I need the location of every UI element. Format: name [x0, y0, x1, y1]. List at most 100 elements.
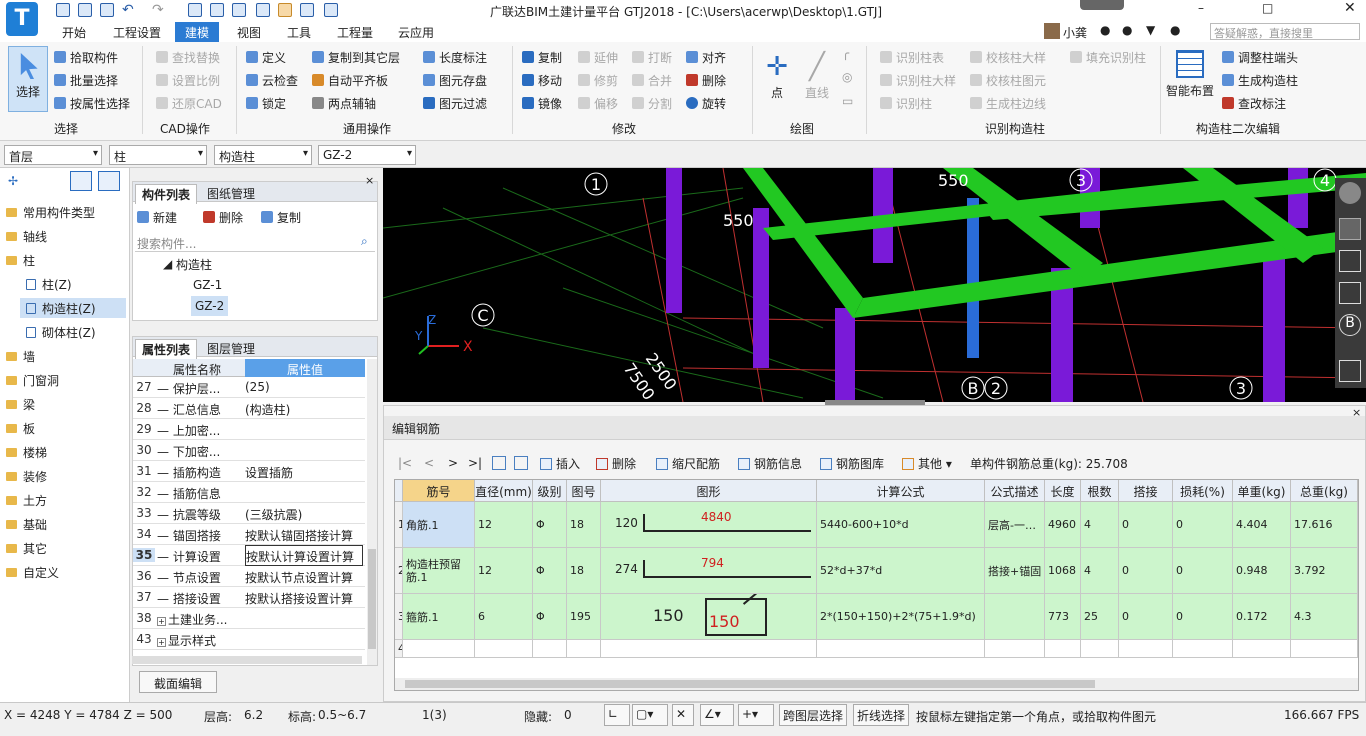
group-select[interactable]: 选择	[54, 120, 78, 137]
grid-cell[interactable]: 4	[1081, 502, 1119, 548]
layer-icon[interactable]	[232, 3, 246, 17]
property-row[interactable]: 37 — 搭接设置 按默认搭接设置计算	[133, 587, 365, 608]
rebar-shape[interactable]: 274 794	[601, 548, 817, 594]
grid-cell[interactable]	[817, 640, 985, 658]
minimize-button[interactable]: –	[1198, 1, 1204, 15]
rebar-library-button[interactable]: 钢筋图库	[820, 455, 884, 472]
polyline-select-button[interactable]: 折线选择	[853, 704, 910, 726]
copy-component-button[interactable]: 复制	[261, 208, 301, 226]
property-row[interactable]: 29 — 上加密...	[133, 419, 365, 440]
menu-cloud[interactable]: 云应用	[398, 24, 434, 41]
section-edit-button[interactable]: 截面编辑	[139, 671, 217, 693]
grid-cell[interactable]: 0	[1173, 594, 1233, 640]
merge-button[interactable]: 合并	[632, 71, 672, 89]
move-button[interactable]: 移动	[522, 71, 562, 89]
last-page-icon[interactable]: >|	[468, 456, 482, 470]
grid-cell[interactable]: 3.792	[1291, 548, 1358, 594]
grid-toggle-icon[interactable]	[1339, 360, 1361, 382]
arc-icon[interactable]: ╭	[842, 46, 849, 60]
tab-property-list[interactable]: 属性列表	[135, 339, 198, 359]
new-component-button[interactable]: 新建	[137, 208, 177, 226]
panel-close-icon[interactable]: ×	[365, 174, 374, 187]
box-icon[interactable]	[256, 3, 270, 17]
pin-icon[interactable]: ✢	[8, 174, 18, 188]
property-row[interactable]: 34 — 锚固搭接 按默认锚固搭接计算	[133, 524, 365, 545]
check-column-detail-button[interactable]: 校核柱大样	[970, 48, 1046, 66]
ruler-icon[interactable]	[300, 3, 314, 17]
grid-cell[interactable]: 4	[395, 640, 403, 658]
undo-icon[interactable]: ↶	[122, 2, 134, 18]
define-button[interactable]: 定义	[246, 48, 286, 66]
group-general[interactable]: 通用操作	[343, 120, 391, 137]
category-select[interactable]: 柱	[109, 145, 207, 165]
tree-item-custom[interactable]: 自定义	[6, 562, 59, 582]
tree-item-earthwork[interactable]: 土方	[6, 490, 47, 510]
group-cad[interactable]: CAD操作	[160, 120, 210, 137]
ortho-toggle[interactable]: ∟	[604, 704, 630, 726]
grid-cell[interactable]	[1291, 640, 1358, 658]
recognize-column-detail-button[interactable]: 识别柱大样	[880, 71, 956, 89]
redo-icon[interactable]: ↷	[152, 2, 164, 18]
save-element-button[interactable]: 图元存盘	[423, 71, 487, 89]
extend-button[interactable]: 延伸	[578, 48, 618, 66]
grid-cell[interactable]	[1081, 640, 1119, 658]
grid-cell[interactable]	[1045, 640, 1081, 658]
grid-cell[interactable]: Φ	[533, 594, 567, 640]
grid-cell[interactable]: Φ	[533, 502, 567, 548]
list-view-icon[interactable]	[70, 171, 92, 191]
tree-sub-construction-column[interactable]: 构造柱(Z)	[20, 298, 126, 318]
menu-modeling[interactable]: 建模	[175, 22, 220, 42]
rect-icon[interactable]: ▭	[842, 94, 853, 108]
grid-cell[interactable]: 箍筋.1	[403, 594, 475, 640]
info-icon[interactable]: ●	[1170, 23, 1180, 37]
grid-cell[interactable]	[985, 640, 1045, 658]
property-row[interactable]: 38 + 土建业务...	[133, 608, 365, 629]
property-value[interactable]: 按默认节点设置计算	[245, 569, 363, 586]
new-icon[interactable]	[100, 3, 114, 17]
delete-button[interactable]: 删除	[686, 71, 726, 89]
grid-cell[interactable]: 0	[1119, 548, 1173, 594]
recognize-column-table-button[interactable]: 识别柱表	[880, 48, 944, 66]
grid-cell[interactable]: 0	[1119, 594, 1173, 640]
grid-cell[interactable]	[567, 640, 601, 658]
chat-icon[interactable]: ●	[1122, 23, 1132, 37]
property-value[interactable]: 按默认锚固搭接计算	[245, 527, 363, 544]
grid-cell[interactable]: 0.172	[1233, 594, 1291, 640]
2d-view-icon[interactable]	[1339, 218, 1361, 240]
tree-item-axis[interactable]: 轴线	[6, 226, 47, 246]
generate-column-edge-button[interactable]: 生成柱边线	[970, 94, 1046, 112]
open-icon[interactable]	[78, 3, 92, 17]
scale-reinforcement-button[interactable]: 缩尺配筋	[656, 455, 720, 472]
element-filter-button[interactable]: 图元过滤	[423, 94, 487, 112]
angle-toggle[interactable]: ∠▾	[700, 704, 734, 726]
align-button[interactable]: 对齐	[686, 48, 726, 66]
circle-icon[interactable]: ◎	[842, 70, 852, 84]
save-icon[interactable]	[56, 3, 70, 17]
menu-start[interactable]: 开始	[62, 24, 86, 41]
grid-cell[interactable]: 1068	[1045, 548, 1081, 594]
grid-cell[interactable]	[1119, 640, 1173, 658]
property-row[interactable]: 32 — 插筋信息	[133, 482, 365, 503]
split-button[interactable]: 分割	[632, 94, 672, 112]
list-item-gz1[interactable]: GZ-1	[193, 275, 222, 295]
search-icon[interactable]: ⌕	[361, 234, 368, 249]
cross-layer-select-button[interactable]: 跨图层选择	[779, 704, 848, 726]
property-value[interactable]: (构造柱)	[245, 401, 363, 418]
grid-cell[interactable]: 1	[395, 502, 403, 548]
component-search-input[interactable]: 搜索构件...	[135, 234, 375, 252]
copy-button[interactable]: 复制	[522, 48, 562, 66]
set-scale-button[interactable]: 设置比例	[156, 71, 220, 89]
grid-cell[interactable]: 52*d+37*d	[817, 548, 985, 594]
list-item-gz2[interactable]: GZ-2	[191, 296, 229, 316]
menu-view[interactable]: 视图	[237, 24, 261, 41]
offset-toggle[interactable]: +▾	[738, 704, 774, 726]
two-point-axis-button[interactable]: 两点辅轴	[312, 94, 376, 112]
generate-column-button[interactable]: 生成构造柱	[1222, 71, 1298, 89]
property-row[interactable]: 27 — 保护层... (25)	[133, 377, 365, 398]
shirt-icon[interactable]: ▼	[1146, 23, 1155, 37]
3d-box-icon[interactable]	[1339, 250, 1361, 272]
search-field[interactable]: 答疑解惑，直接搜里	[1210, 23, 1360, 40]
group-recognize[interactable]: 识别构造柱	[985, 120, 1045, 137]
move-up-icon[interactable]	[492, 456, 506, 470]
grid-cell[interactable]: 18	[567, 502, 601, 548]
